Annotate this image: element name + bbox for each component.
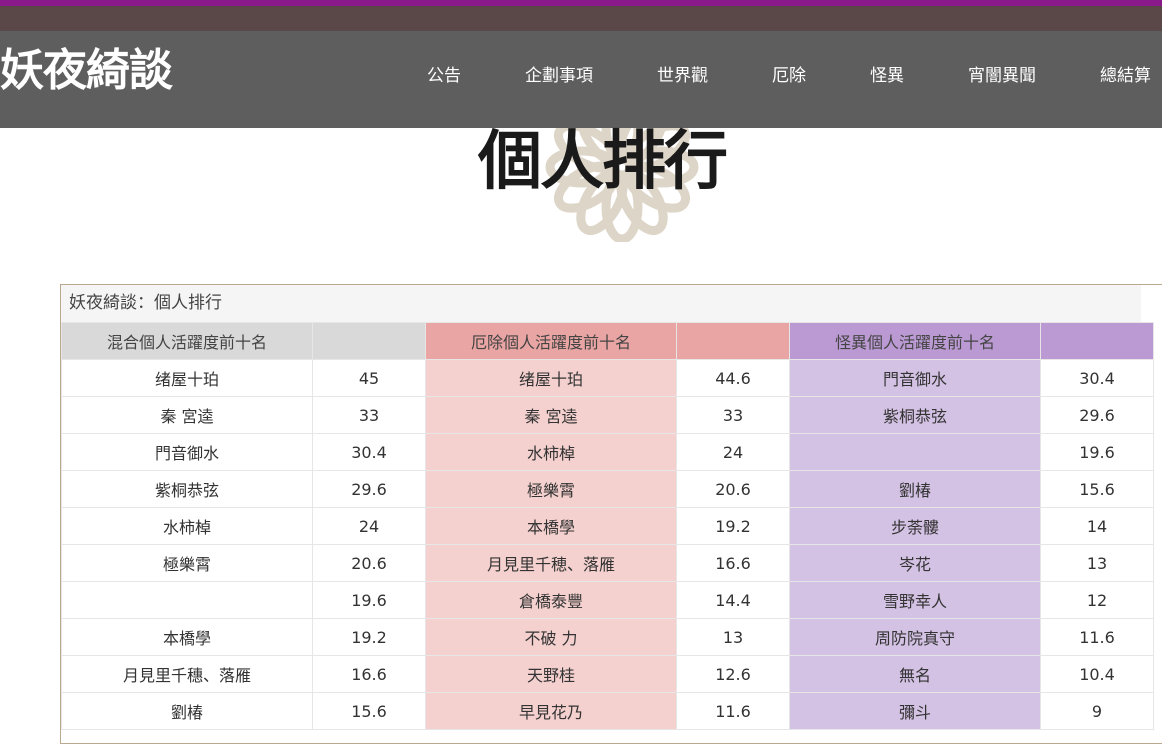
mixed-name-cell: 門音御水 — [61, 433, 313, 471]
kaii-score-cell: 12 — [1040, 581, 1154, 619]
kaii-name-cell: 周防院真守 — [789, 618, 1041, 656]
yakuyoke-score-cell: 16.6 — [676, 544, 790, 582]
yakuyoke-score-cell: 19.2 — [676, 507, 790, 545]
mixed-score-cell: 20.6 — [312, 544, 426, 582]
kaii-score-cell: 15.6 — [1040, 470, 1154, 508]
kaii-score-cell: 29.6 — [1040, 396, 1154, 434]
kaii-name-cell: 雪野幸人 — [789, 581, 1041, 619]
mixed-score-cell: 24 — [312, 507, 426, 545]
top-navbar: 妖夜綺談 公告 企劃事項 世界觀 厄除 怪異 宵闇異聞 總結算 — [0, 31, 1162, 128]
site-logo-title[interactable]: 妖夜綺談 — [0, 43, 173, 99]
yakuyoke-name-cell: 本橋學 — [425, 507, 677, 545]
yakuyoke-name-cell: 水柿棹 — [425, 433, 677, 471]
yakuyoke-name-cell: 绪屋十珀 — [425, 359, 677, 397]
mixed-name-cell: 劉椿 — [61, 692, 313, 730]
yakuyoke-name-cell: 秦 宮逵 — [425, 396, 677, 434]
kaii-score-cell: 13 — [1040, 544, 1154, 582]
kaii-score-cell: 11.6 — [1040, 618, 1154, 656]
yakuyoke-name-cell: 月見里千穂、落雁 — [425, 544, 677, 582]
nav-item-worldview[interactable]: 世界觀 — [657, 64, 708, 88]
mixed-score-cell: 30.4 — [312, 433, 426, 471]
kaii-score-cell: 30.4 — [1040, 359, 1154, 397]
kaii-header: 怪異個人活躍度前十名 — [789, 322, 1041, 360]
kaii-name-cell: 無名 — [789, 655, 1041, 693]
yakuyoke-score-cell: 12.6 — [676, 655, 790, 693]
table-row: 紫桐恭弦 29.6 極樂霄 20.6 劉椿 15.6 — [61, 470, 1154, 508]
mixed-name-cell: 秦 宮逵 — [61, 396, 313, 434]
mixed-score-cell: 19.2 — [312, 618, 426, 656]
nav-item-yakuyoke[interactable]: 厄除 — [772, 64, 806, 88]
kaii-score-cell: 10.4 — [1040, 655, 1154, 693]
mixed-score-cell: 33 — [312, 396, 426, 434]
kaii-score-cell: 9 — [1040, 692, 1154, 730]
ranking-table: 混合個人活躍度前十名 厄除個人活躍度前十名 怪異個人活躍度前十名 绪屋十珀 45… — [61, 322, 1154, 730]
mixed-name-cell: 紫桐恭弦 — [61, 470, 313, 508]
ranking-panel: 妖夜綺談：個人排行 混合個人活躍度前十名 厄除個人活躍度前十名 怪異個人活躍度前… — [60, 284, 1162, 744]
table-row: 绪屋十珀 45 绪屋十珀 44.6 門音御水 30.4 — [61, 359, 1154, 397]
nav-item-project-matters[interactable]: 企劃事項 — [525, 64, 593, 88]
table-row: 極樂霄 20.6 月見里千穂、落雁 16.6 岑花 13 — [61, 544, 1154, 582]
yakuyoke-name-cell: 極樂霄 — [425, 470, 677, 508]
table-row: 19.6 倉橋泰豐 14.4 雪野幸人 12 — [61, 581, 1154, 619]
mixed-score-cell: 29.6 — [312, 470, 426, 508]
yakuyoke-score-cell: 33 — [676, 396, 790, 434]
nav-item-final-results[interactable]: 總結算 — [1100, 64, 1151, 88]
yakuyoke-header: 厄除個人活躍度前十名 — [425, 322, 677, 360]
nav-item-yoiyami[interactable]: 宵闇異聞 — [968, 64, 1036, 88]
kaii-score-cell: 14 — [1040, 507, 1154, 545]
mixed-name-cell: 本橋學 — [61, 618, 313, 656]
mixed-name-cell: 绪屋十珀 — [61, 359, 313, 397]
yakuyoke-score-cell: 11.6 — [676, 692, 790, 730]
mixed-header: 混合個人活躍度前十名 — [61, 322, 313, 360]
kaii-name-cell: 劉椿 — [789, 470, 1041, 508]
mixed-name-cell: 月見里千穗、落雁 — [61, 655, 313, 693]
yakuyoke-score-cell: 44.6 — [676, 359, 790, 397]
yakuyoke-score-cell: 14.4 — [676, 581, 790, 619]
mixed-name-cell: 水柿棹 — [61, 507, 313, 545]
kaii-score-cell: 19.6 — [1040, 433, 1154, 471]
nav-item-announcement[interactable]: 公告 — [427, 64, 461, 88]
panel-title: 妖夜綺談：個人排行 — [61, 285, 1141, 322]
table-row: 秦 宮逵 33 秦 宮逵 33 紫桐恭弦 29.6 — [61, 396, 1154, 434]
yakuyoke-name-cell: 天野桂 — [425, 655, 677, 693]
yakuyoke-score-cell: 13 — [676, 618, 790, 656]
yakuyoke-name-cell: 早見花乃 — [425, 692, 677, 730]
table-row: 本橋學 19.2 不破 力 13 周防院真守 11.6 — [61, 618, 1154, 656]
mixed-score-cell: 19.6 — [312, 581, 426, 619]
yakuyoke-score-header — [676, 322, 790, 360]
kaii-name-cell: 步荼髏 — [789, 507, 1041, 545]
yakuyoke-name-cell: 不破 力 — [425, 618, 677, 656]
yakuyoke-score-cell: 24 — [676, 433, 790, 471]
kaii-name-cell: 岑花 — [789, 544, 1041, 582]
table-row: 水柿棹 24 本橋學 19.2 步荼髏 14 — [61, 507, 1154, 545]
kaii-score-header — [1040, 322, 1154, 360]
mixed-score-cell: 15.6 — [312, 692, 426, 730]
page-heading: 個人排行 — [478, 124, 728, 199]
mixed-name-cell: 極樂霄 — [61, 544, 313, 582]
yakuyoke-score-cell: 20.6 — [676, 470, 790, 508]
table-row: 劉椿 15.6 早見花乃 11.6 彌斗 9 — [61, 692, 1154, 730]
table-row: 月見里千穗、落雁 16.6 天野桂 12.6 無名 10.4 — [61, 655, 1154, 693]
table-row: 門音御水 30.4 水柿棹 24 19.6 — [61, 433, 1154, 471]
kaii-name-cell — [789, 433, 1041, 471]
mixed-score-cell: 45 — [312, 359, 426, 397]
kaii-name-cell: 彌斗 — [789, 692, 1041, 730]
mixed-score-header — [312, 322, 426, 360]
yakuyoke-name-cell: 倉橋泰豐 — [425, 581, 677, 619]
mixed-name-cell — [61, 581, 313, 619]
table-header-row: 混合個人活躍度前十名 厄除個人活躍度前十名 怪異個人活躍度前十名 — [61, 322, 1154, 360]
kaii-name-cell: 門音御水 — [789, 359, 1041, 397]
mixed-score-cell: 16.6 — [312, 655, 426, 693]
top-decorative-band — [0, 0, 1162, 31]
nav-item-kaii[interactable]: 怪異 — [870, 64, 904, 88]
kaii-name-cell: 紫桐恭弦 — [789, 396, 1041, 434]
